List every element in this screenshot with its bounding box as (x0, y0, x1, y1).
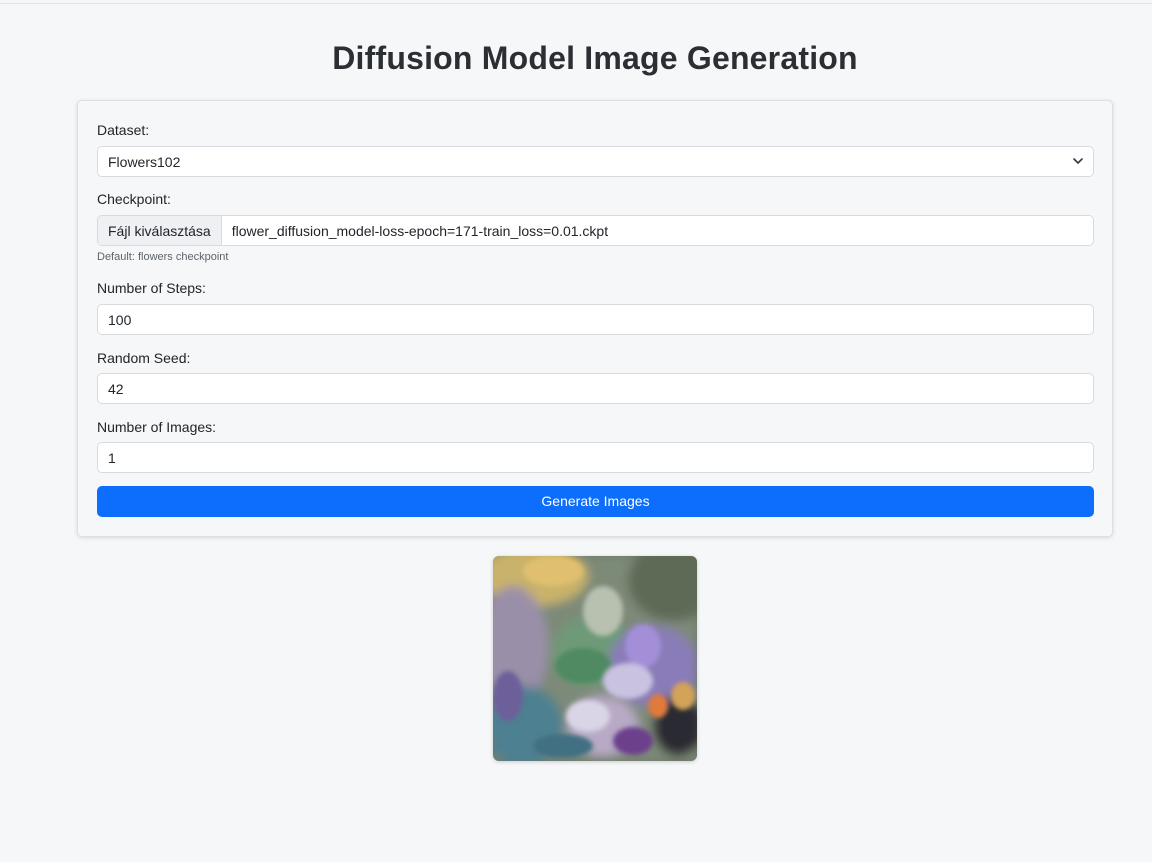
steps-input[interactable]: 100 (97, 304, 1094, 335)
generation-form-card: Dataset: Flowers102 Checkpoint: Fájl kiv… (77, 100, 1113, 537)
checkpoint-hint: Default: flowers checkpoint (97, 251, 229, 263)
chevron-down-icon (1073, 158, 1083, 164)
checkpoint-file-input[interactable]: Fájl kiválasztása flower_diffusion_model… (97, 215, 1094, 246)
checkpoint-label: Checkpoint: (97, 191, 171, 207)
seed-input[interactable]: 42 (97, 373, 1094, 404)
steps-input-value: 100 (108, 312, 132, 328)
num-images-input[interactable]: 1 (97, 442, 1094, 473)
selected-file-name: flower_diffusion_model-loss-epoch=171-tr… (231, 223, 609, 239)
generated-flower-image (493, 556, 697, 761)
generated-image (493, 556, 697, 761)
dataset-select-value: Flowers102 (108, 154, 181, 170)
generate-images-button[interactable]: Generate Images (97, 486, 1094, 517)
choose-file-button[interactable]: Fájl kiválasztása (98, 216, 222, 245)
steps-label: Number of Steps: (97, 280, 206, 296)
top-divider (0, 3, 1152, 4)
seed-label: Random Seed: (97, 350, 191, 366)
dataset-select[interactable]: Flowers102 (97, 146, 1094, 177)
page-title: Diffusion Model Image Generation (332, 40, 858, 76)
dataset-label: Dataset: (97, 122, 150, 138)
num-images-label: Number of Images: (97, 419, 217, 435)
seed-input-value: 42 (108, 381, 124, 397)
num-images-input-value: 1 (108, 450, 116, 466)
